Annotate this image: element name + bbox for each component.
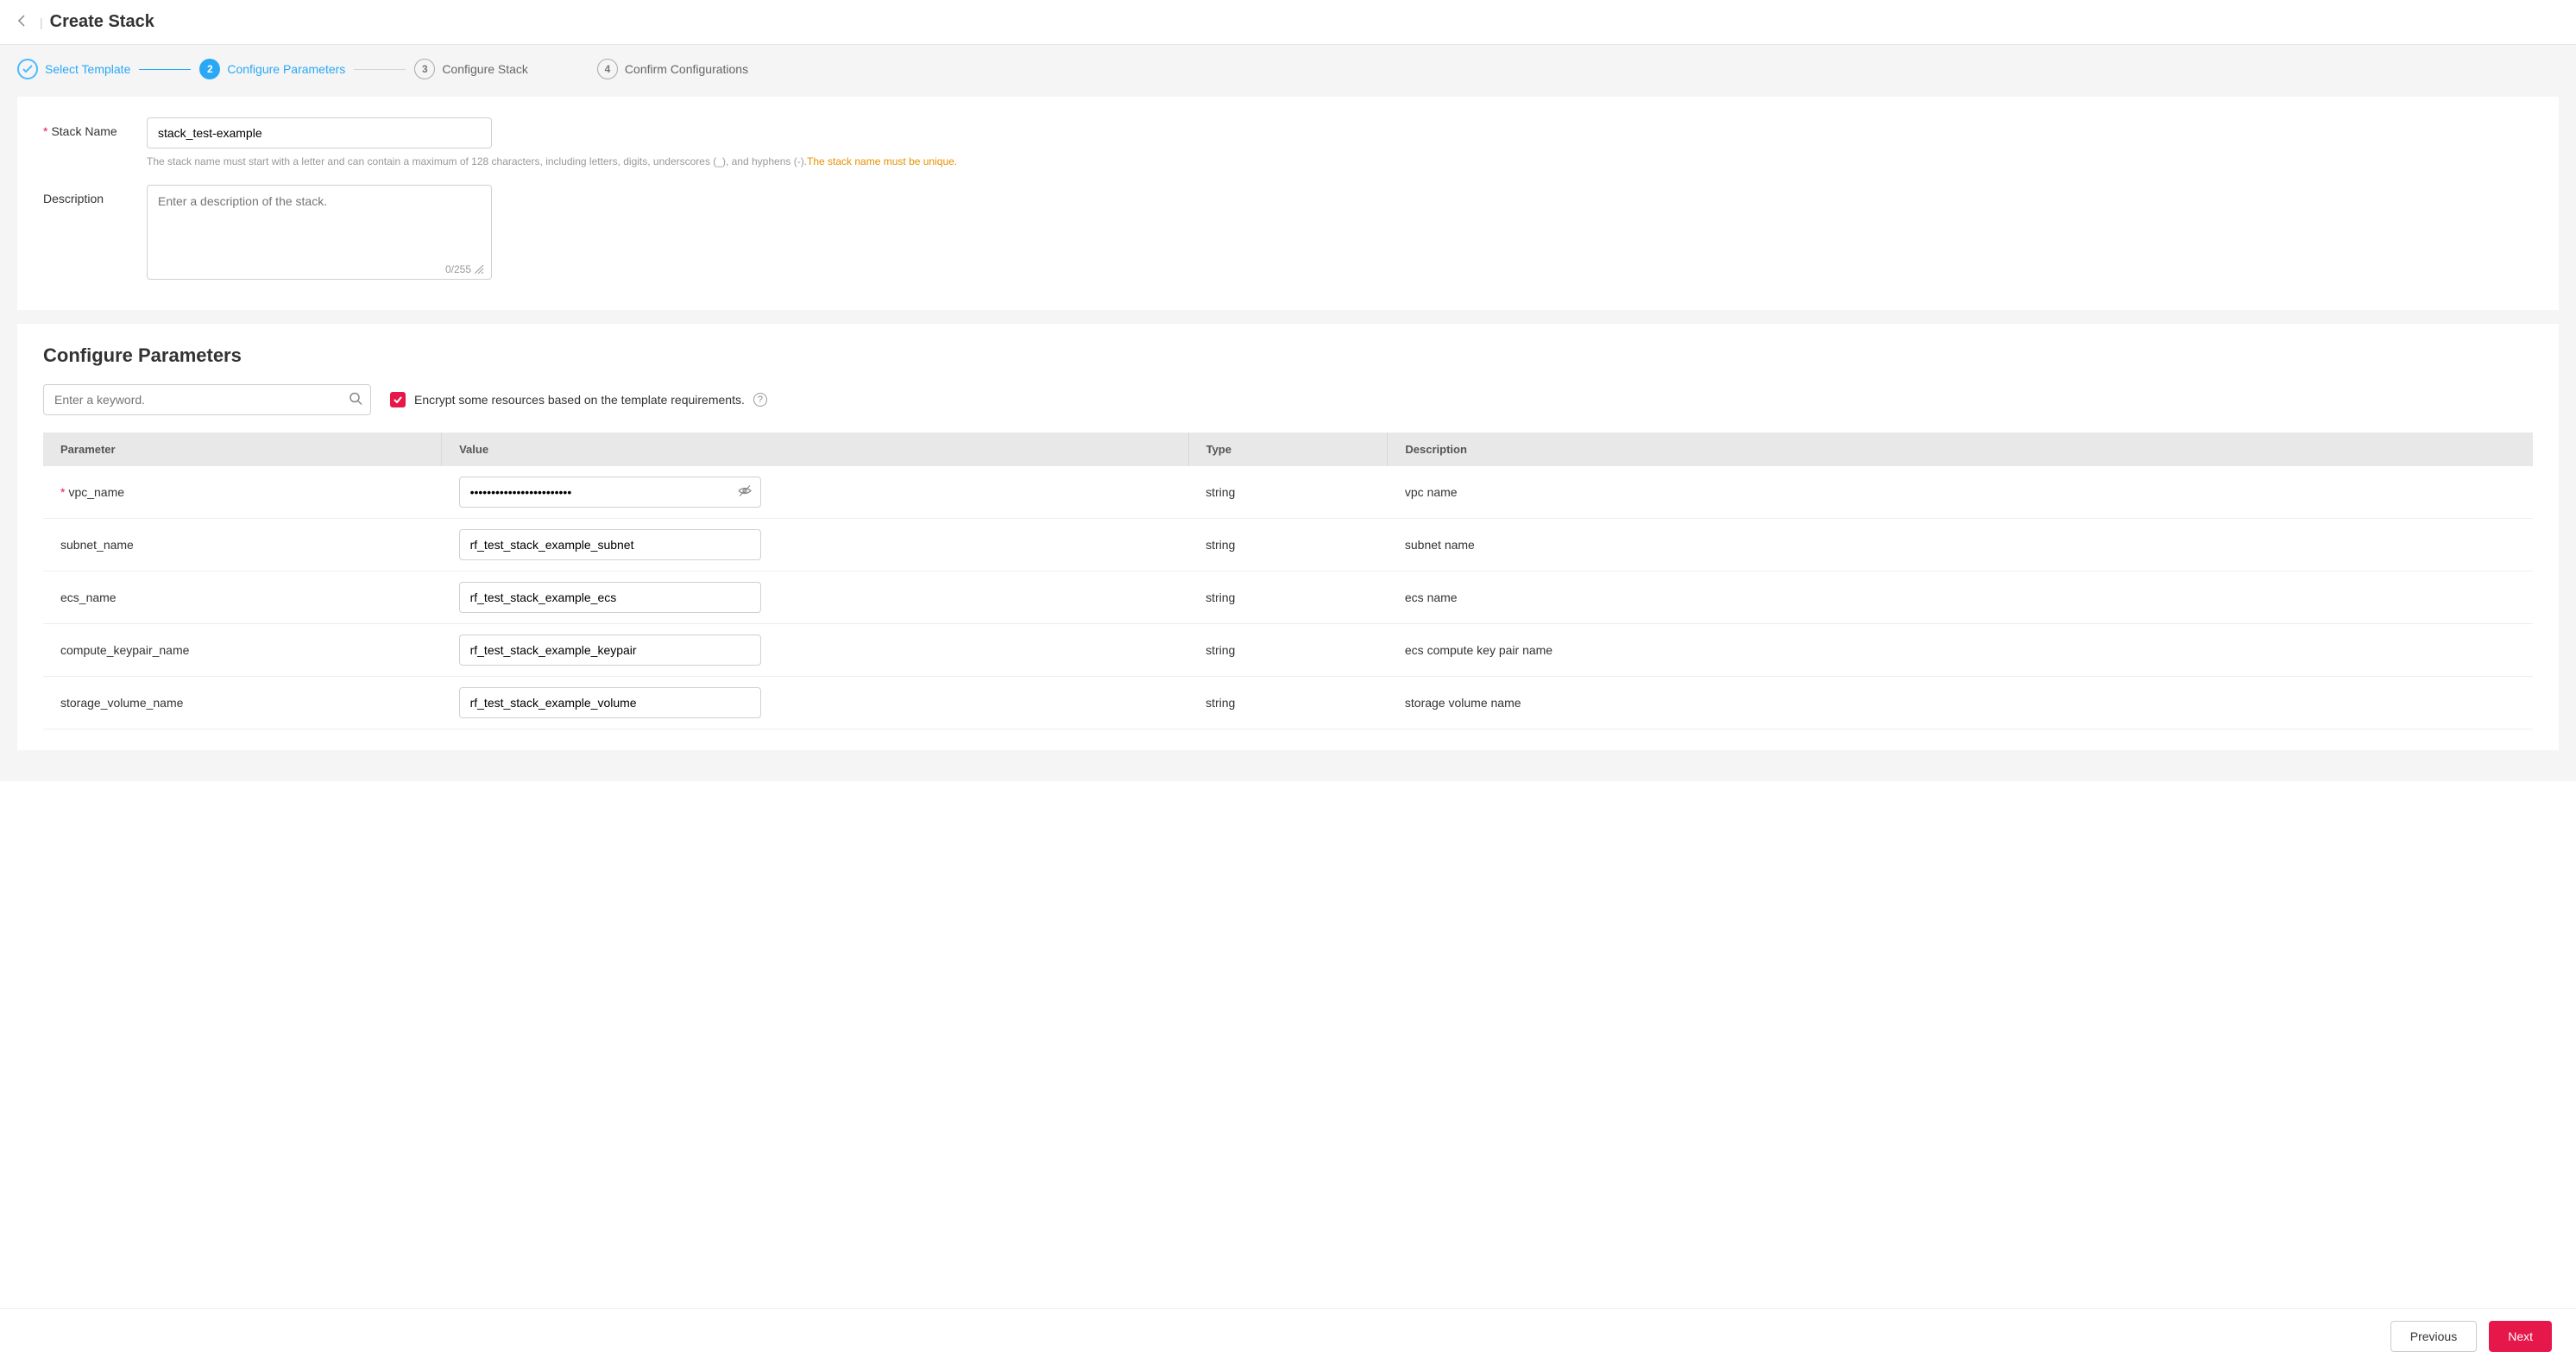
encrypt-label: Encrypt some resources based on the temp… xyxy=(414,393,745,407)
param-desc-cell: subnet name xyxy=(1388,519,2533,571)
param-desc-cell: storage volume name xyxy=(1388,677,2533,729)
param-value-cell xyxy=(442,519,1189,571)
table-row: ecs_name stringecs name xyxy=(43,571,2533,624)
stack-name-label: *Stack Name xyxy=(43,117,147,138)
stack-name-input[interactable] xyxy=(147,117,492,148)
previous-button[interactable]: Previous xyxy=(2390,1321,2477,1352)
description-label: Description xyxy=(43,185,147,205)
step-number: 4 xyxy=(597,59,618,79)
parameters-panel: Configure Parameters Encrypt some resour… xyxy=(17,324,2559,750)
col-parameter: Parameter xyxy=(43,433,442,466)
param-value-cell xyxy=(442,466,1189,519)
param-value-input[interactable] xyxy=(459,477,761,508)
step-confirm-configurations[interactable]: 4 Confirm Configurations xyxy=(597,59,748,79)
col-description: Description xyxy=(1388,433,2533,466)
divider: | xyxy=(33,16,50,29)
param-type-cell: string xyxy=(1188,624,1388,677)
table-row: subnet_name stringsubnet name xyxy=(43,519,2533,571)
step-label: Confirm Configurations xyxy=(625,62,748,76)
param-value-cell xyxy=(442,677,1189,729)
stack-name-warning: The stack name must be unique. xyxy=(807,155,957,167)
param-name-cell: ecs_name xyxy=(43,571,442,624)
step-label: Configure Parameters xyxy=(227,62,345,76)
param-type-cell: string xyxy=(1188,466,1388,519)
step-configure-stack[interactable]: 3 Configure Stack xyxy=(414,59,528,79)
page-title: Create Stack xyxy=(50,12,154,32)
char-counter: 0/255 xyxy=(445,263,483,275)
search-icon[interactable] xyxy=(349,392,362,408)
param-desc-cell: vpc name xyxy=(1388,466,2533,519)
help-icon[interactable]: ? xyxy=(753,393,767,407)
param-type-cell: string xyxy=(1188,519,1388,571)
param-name-cell: subnet_name xyxy=(43,519,442,571)
table-row: storage_volume_name stringstorage volume … xyxy=(43,677,2533,729)
resize-handle-icon xyxy=(475,265,483,274)
step-connector xyxy=(354,69,406,70)
description-textarea[interactable] xyxy=(147,185,492,280)
param-value-input[interactable] xyxy=(459,687,761,718)
encrypt-checkbox[interactable] xyxy=(390,392,406,407)
param-value-input[interactable] xyxy=(459,582,761,613)
table-row: *vpc_name stringvpc name xyxy=(43,466,2533,519)
keyword-search-input[interactable] xyxy=(43,384,371,415)
step-number: 3 xyxy=(414,59,435,79)
param-type-cell: string xyxy=(1188,571,1388,624)
param-name-cell: compute_keypair_name xyxy=(43,624,442,677)
parameters-table: Parameter Value Type Description *vpc_na… xyxy=(43,433,2533,729)
next-button[interactable]: Next xyxy=(2489,1321,2552,1352)
param-type-cell: string xyxy=(1188,677,1388,729)
stack-name-hint: The stack name must start with a letter … xyxy=(147,155,807,167)
step-label: Configure Stack xyxy=(442,62,528,76)
step-label: Select Template xyxy=(45,62,130,76)
step-number: 2 xyxy=(199,59,220,79)
param-desc-cell: ecs name xyxy=(1388,571,2533,624)
step-select-template[interactable]: Select Template xyxy=(17,59,130,79)
col-type: Type xyxy=(1188,433,1388,466)
step-configure-parameters[interactable]: 2 Configure Parameters xyxy=(199,59,345,79)
required-icon: * xyxy=(60,485,65,499)
stack-info-panel: *Stack Name The stack name must start wi… xyxy=(17,97,2559,310)
param-value-cell xyxy=(442,624,1189,677)
col-value: Value xyxy=(442,433,1189,466)
check-icon xyxy=(17,59,38,79)
wizard-steps: Select Template 2 Configure Parameters 3… xyxy=(0,45,2576,97)
param-value-input[interactable] xyxy=(459,635,761,666)
step-connector xyxy=(139,69,191,70)
param-value-cell xyxy=(442,571,1189,624)
page-header: | Create Stack xyxy=(0,0,2576,45)
required-icon: * xyxy=(43,124,47,138)
footer-bar: Previous Next xyxy=(0,1308,2576,1364)
param-name-cell: *vpc_name xyxy=(43,466,442,519)
table-row: compute_keypair_name stringecs compute ke… xyxy=(43,624,2533,677)
param-desc-cell: ecs compute key pair name xyxy=(1388,624,2533,677)
param-value-input[interactable] xyxy=(459,529,761,560)
eye-off-icon[interactable] xyxy=(737,483,753,502)
section-title: Configure Parameters xyxy=(43,344,2533,367)
param-name-cell: storage_volume_name xyxy=(43,677,442,729)
back-icon[interactable] xyxy=(17,14,33,30)
